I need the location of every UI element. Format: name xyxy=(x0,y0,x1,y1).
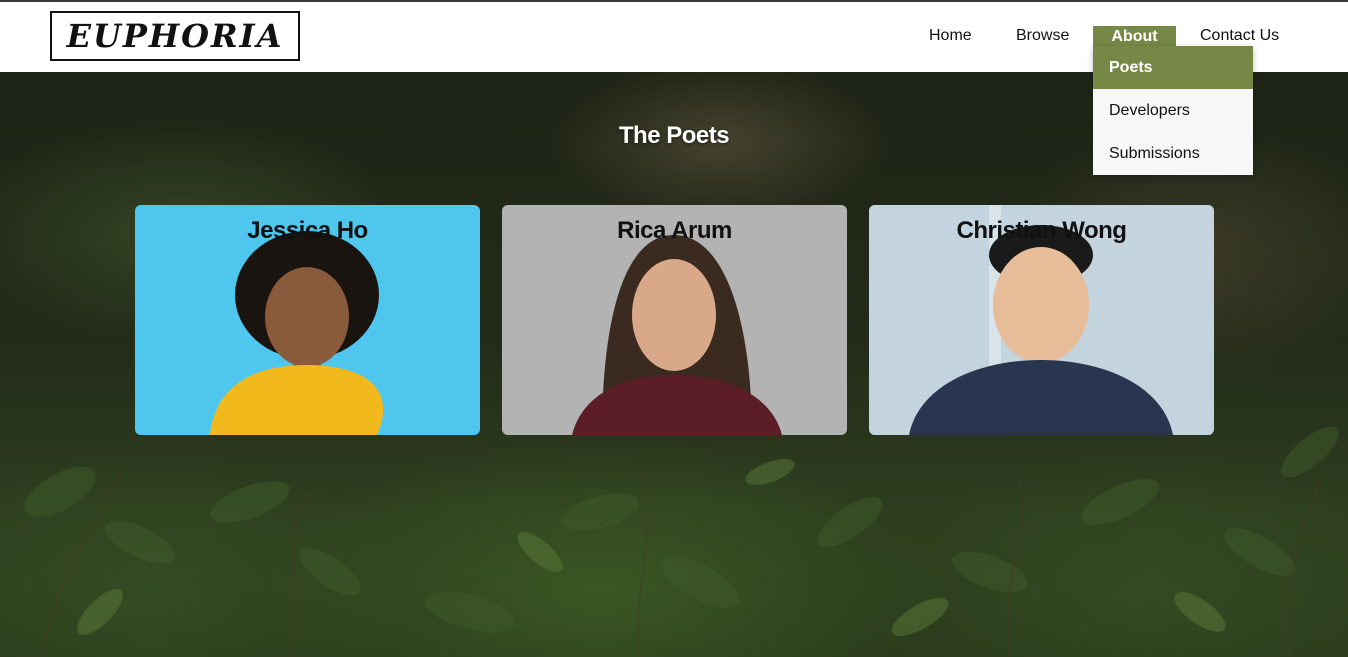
site-logo[interactable]: EUPHORIA xyxy=(50,11,300,61)
poet-name: Rica Arum xyxy=(617,217,732,244)
poet-card-rica-arum[interactable]: Rica Arum xyxy=(502,205,847,435)
nav-contact-link[interactable]: Contact Us xyxy=(1200,27,1279,45)
nav-about-link[interactable]: About xyxy=(1093,26,1176,48)
poet-card-jessica-ho[interactable]: Jessica Ho xyxy=(135,205,480,435)
dropdown-item-developers[interactable]: Developers xyxy=(1093,89,1253,132)
poet-card-christian-wong[interactable]: Christian Wong xyxy=(869,205,1214,435)
poet-name: Christian Wong xyxy=(956,217,1127,244)
about-dropdown-menu: Poets Developers Submissions xyxy=(1093,46,1253,175)
poet-name: Jessica Ho xyxy=(247,217,368,244)
nav-home-link[interactable]: Home xyxy=(929,27,972,45)
dropdown-item-submissions[interactable]: Submissions xyxy=(1093,132,1253,175)
nav-browse-link[interactable]: Browse xyxy=(1016,27,1069,45)
dropdown-item-poets[interactable]: Poets xyxy=(1093,46,1253,89)
